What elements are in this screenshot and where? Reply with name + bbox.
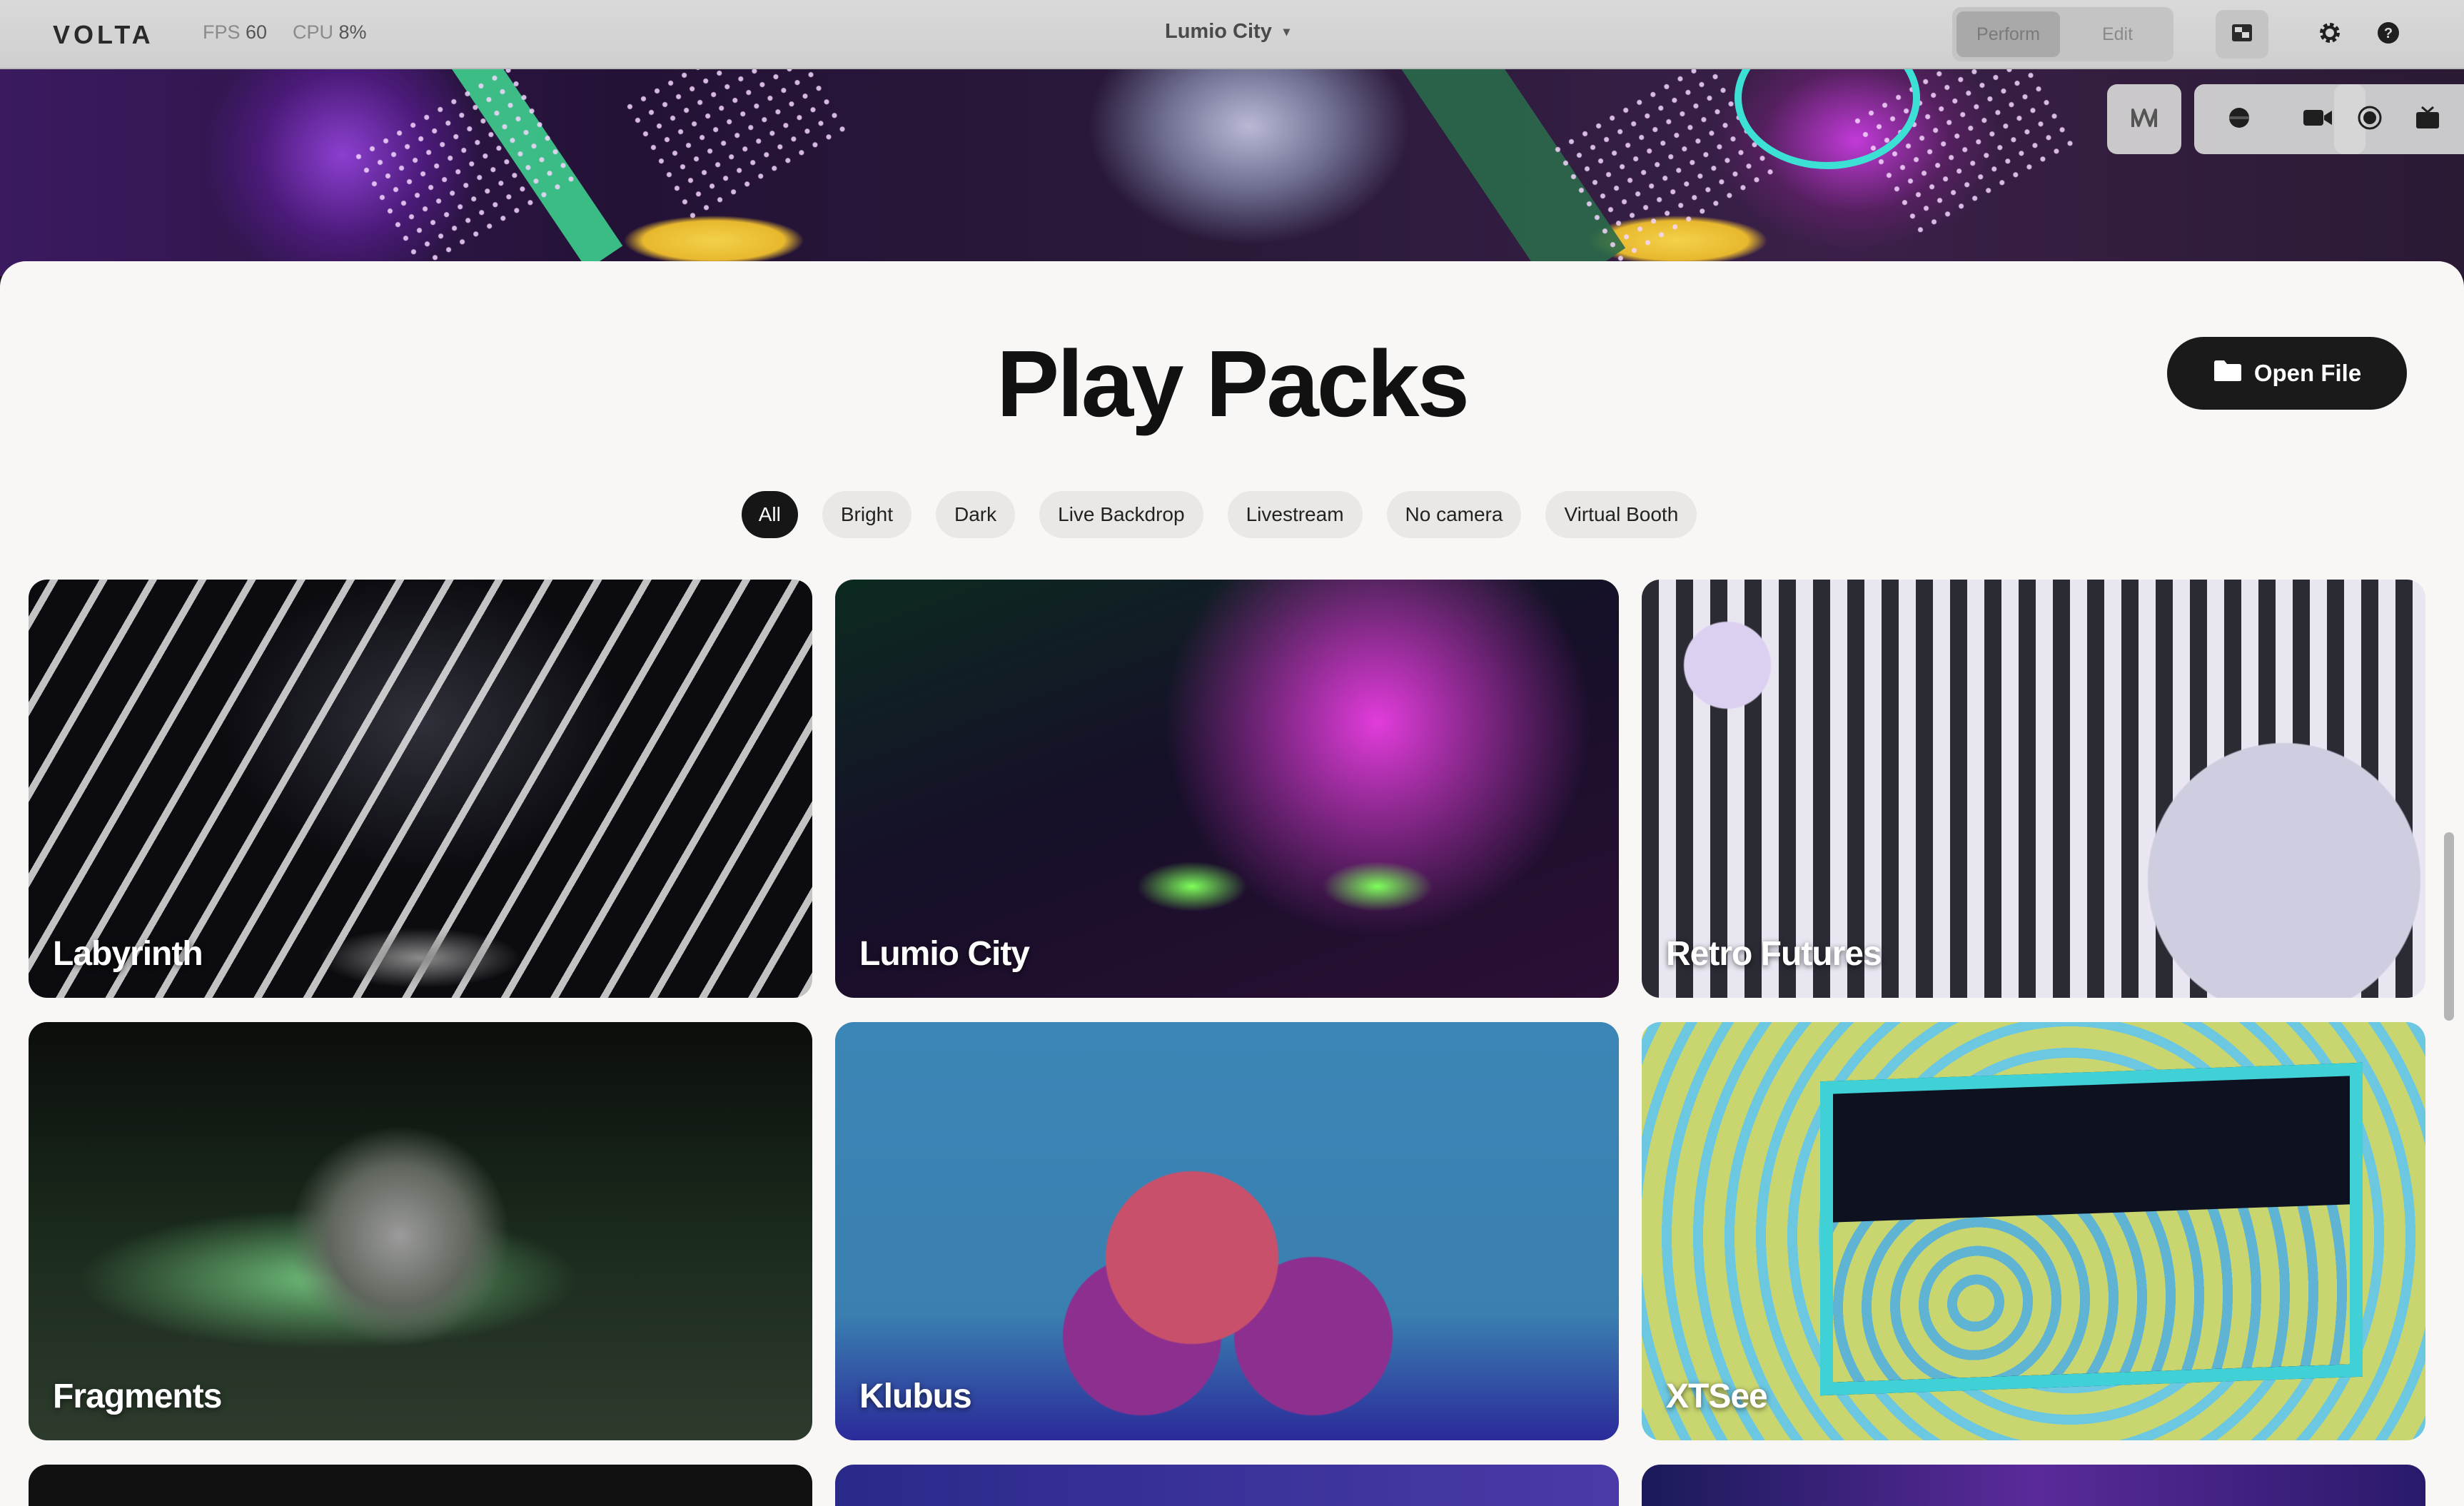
filter-chip-livestream[interactable]: Livestream xyxy=(1227,491,1363,538)
pack-card-xtsee[interactable]: XTSee xyxy=(1642,1022,2425,1440)
scene-selector[interactable]: Lumio City ▾ xyxy=(1165,20,1290,44)
filter-chip-dark[interactable]: Dark xyxy=(936,491,1016,538)
filter-chip-virtual-booth[interactable]: Virtual Booth xyxy=(1545,491,1697,538)
filter-chip-bright[interactable]: Bright xyxy=(822,491,912,538)
scrollbar[interactable] xyxy=(2444,832,2454,1021)
edit-mode-button[interactable]: Edit xyxy=(2066,11,2169,57)
filter-bar: All Bright Dark Live Backdrop Livestream… xyxy=(0,491,2464,538)
open-file-label: Open File xyxy=(2253,360,2362,386)
filter-chip-no-camera[interactable]: No camera xyxy=(1386,491,1522,538)
cpu-value: 8% xyxy=(338,21,367,43)
mode-toggle: Perform Edit xyxy=(1952,7,2173,61)
pack-title: Labyrinth xyxy=(53,935,203,973)
pack-title: XTSee xyxy=(1666,1378,1768,1415)
pack-card-partial[interactable] xyxy=(835,1465,1619,1506)
open-file-button[interactable]: Open File xyxy=(2167,337,2407,410)
perform-mode-button[interactable]: Perform xyxy=(1956,11,2060,57)
gear-icon xyxy=(2318,21,2342,49)
svg-text:?: ? xyxy=(2384,26,2393,41)
pack-card-klubus[interactable]: Klubus xyxy=(835,1022,1619,1440)
audio-panel-button[interactable] xyxy=(2107,84,2181,154)
app-logo: VOLTA xyxy=(53,20,154,49)
pack-card-partial[interactable] xyxy=(29,1465,812,1506)
page-title: Play Packs xyxy=(996,331,1470,436)
camera-icon[interactable] xyxy=(2303,107,2333,132)
pack-title: Klubus xyxy=(859,1378,972,1415)
settings-button[interactable] xyxy=(2310,14,2350,54)
pack-title: Lumio City xyxy=(859,935,1030,973)
fps-readout: FPS 60 xyxy=(203,21,267,44)
top-bar: VOLTA FPS 60 CPU 8% Lumio City ▾ Perform… xyxy=(0,0,2464,69)
pack-card-partial[interactable] xyxy=(1642,1465,2425,1506)
play-packs-panel: Play Packs Open File All Bright Dark Liv… xyxy=(0,261,2464,1506)
cpu-label: CPU xyxy=(293,21,334,43)
record-icon[interactable] xyxy=(2358,106,2382,133)
output-controls xyxy=(2334,84,2464,154)
help-button[interactable]: ? xyxy=(2368,14,2408,54)
scene-name: Lumio City xyxy=(1165,20,1272,43)
fps-label: FPS xyxy=(203,21,241,43)
circle-icon[interactable] xyxy=(2227,106,2251,133)
pack-card-labyrinth[interactable]: Labyrinth xyxy=(29,580,812,998)
filter-chip-live-backdrop[interactable]: Live Backdrop xyxy=(1039,491,1203,538)
help-icon: ? xyxy=(2376,21,2400,49)
display-button[interactable] xyxy=(2216,10,2268,59)
chevron-down-icon: ▾ xyxy=(1283,24,1290,39)
pack-title: Retro Futures xyxy=(1666,935,1882,973)
wave-icon xyxy=(2130,106,2158,133)
fps-value: 60 xyxy=(246,21,268,43)
pack-title: Fragments xyxy=(53,1378,222,1415)
filter-chip-all[interactable]: All xyxy=(741,491,798,538)
pack-card-fragments[interactable]: Fragments xyxy=(29,1022,812,1440)
pack-card-lumio-city[interactable]: Lumio City xyxy=(835,580,1619,998)
preview-lights xyxy=(348,69,580,276)
display-icon xyxy=(2231,24,2253,46)
folder-icon xyxy=(2213,358,2243,388)
cpu-readout: CPU 8% xyxy=(293,21,367,44)
scene-preview xyxy=(0,69,2464,276)
tv-icon[interactable] xyxy=(2415,106,2440,133)
pack-card-retro-futures[interactable]: Retro Futures xyxy=(1642,580,2425,998)
preview-lights xyxy=(619,69,852,228)
pack-artwork xyxy=(1820,1062,2363,1396)
